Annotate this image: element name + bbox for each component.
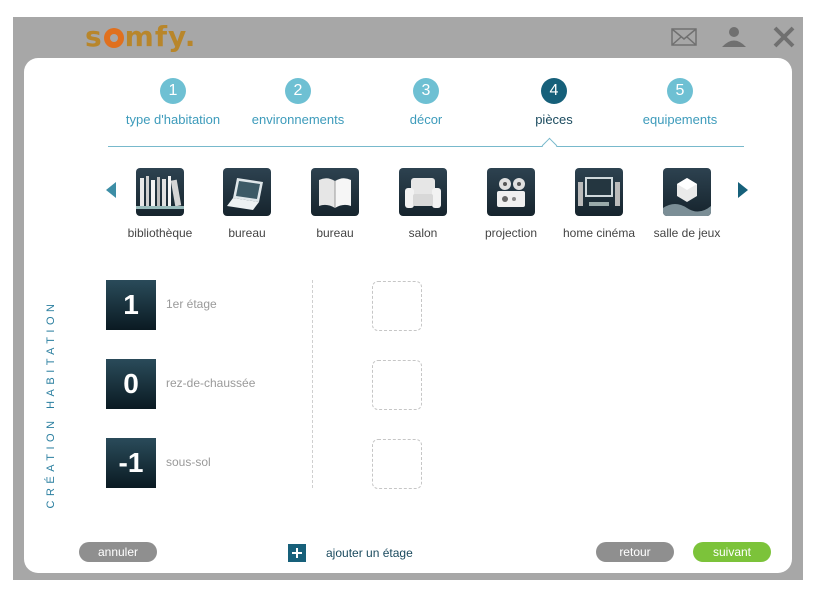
room-item-bureau-laptop[interactable]: bureau xyxy=(202,168,292,240)
room-item-salle-de-jeux[interactable]: salle de jeux xyxy=(642,168,732,240)
floor-row-0[interactable]: 0 rez-de-chaussée xyxy=(106,359,316,409)
back-button[interactable]: retour xyxy=(596,542,674,562)
floor-row-minus-1[interactable]: -1 sous-sol xyxy=(106,438,316,488)
room-label: bureau xyxy=(316,226,354,240)
floor-row-1[interactable]: 1 1er étage xyxy=(106,280,316,330)
step-label: pièces xyxy=(535,112,573,127)
steps-divider xyxy=(108,146,744,147)
step-label: type d'habitation xyxy=(125,112,221,127)
room-item-bureau-book[interactable]: bureau xyxy=(290,168,380,240)
floor-number-badge: 0 xyxy=(106,359,156,409)
room-label: salon xyxy=(408,226,438,240)
step-number: 5 xyxy=(667,78,693,104)
room-label: home cinéma xyxy=(562,226,636,240)
step-label: environnements xyxy=(251,112,345,127)
projector-icon xyxy=(487,168,535,216)
step-type-habitation[interactable]: 1 type d'habitation xyxy=(108,78,238,127)
step-pieces[interactable]: 4 pièces xyxy=(489,78,619,127)
room-item-salon[interactable]: salon xyxy=(378,168,468,240)
top-icons xyxy=(670,26,798,48)
room-label: projection xyxy=(484,226,538,240)
floor-label: rez-de-chaussée xyxy=(166,376,256,390)
floor-number-badge: 1 xyxy=(106,280,156,330)
vertical-title-text: CRÉATION HABITATION xyxy=(45,299,57,509)
next-button[interactable]: suivant xyxy=(693,542,771,562)
room-carousel: bibliothèque bureau bureau salon project… xyxy=(102,168,752,248)
add-floor-button[interactable]: ajouter un étage xyxy=(288,543,413,563)
room-item-bibliotheque[interactable]: bibliothèque xyxy=(115,168,205,240)
plus-icon[interactable] xyxy=(288,544,306,562)
room-label: bibliothèque xyxy=(127,226,193,240)
laptop-icon xyxy=(223,168,271,216)
user-icon[interactable] xyxy=(720,26,748,48)
game-icon xyxy=(663,168,711,216)
cancel-button[interactable]: annuler xyxy=(79,542,157,562)
add-floor-label[interactable]: ajouter un étage xyxy=(326,546,413,560)
room-label: bureau xyxy=(228,226,266,240)
bookshelf-icon xyxy=(136,168,184,216)
armchair-icon xyxy=(399,168,447,216)
book-icon xyxy=(311,168,359,216)
room-item-home-cinema[interactable]: home cinéma xyxy=(554,168,644,240)
step-decor[interactable]: 3 décor xyxy=(361,78,491,127)
step-number: 3 xyxy=(413,78,439,104)
vertical-section-title: CRÉATION HABITATION xyxy=(41,263,61,553)
carousel-right-arrow-icon[interactable] xyxy=(738,182,748,198)
step-environnements[interactable]: 2 environnements xyxy=(233,78,363,127)
step-equipements[interactable]: 5 equipements xyxy=(615,78,745,127)
floors-divider xyxy=(312,280,313,488)
room-drop-slot-floor-minus-1[interactable] xyxy=(372,439,422,489)
room-item-projection[interactable]: projection xyxy=(466,168,556,240)
room-label: salle de jeux xyxy=(653,226,721,240)
step-number: 2 xyxy=(285,78,311,104)
step-number: 4 xyxy=(541,78,567,104)
somfy-logo: s mfy. xyxy=(85,20,196,53)
floor-number-badge: -1 xyxy=(106,438,156,488)
close-icon[interactable] xyxy=(770,26,798,48)
step-number: 1 xyxy=(160,78,186,104)
step-label: décor xyxy=(409,112,443,127)
logo-o-icon xyxy=(103,28,124,48)
room-drop-slot-floor-1[interactable] xyxy=(372,281,422,331)
wizard-steps: 1 type d'habitation 2 environnements 3 d… xyxy=(112,78,748,148)
mail-icon[interactable] xyxy=(670,26,698,48)
wizard-panel: 1 type d'habitation 2 environnements 3 d… xyxy=(24,58,792,573)
floor-label: 1er étage xyxy=(166,297,217,311)
tv-icon xyxy=(575,168,623,216)
step-label: equipements xyxy=(642,112,718,127)
logo-text-end: mfy. xyxy=(124,20,197,53)
floor-label: sous-sol xyxy=(166,455,211,469)
room-drop-slot-floor-0[interactable] xyxy=(372,360,422,410)
logo-text-start: s xyxy=(85,20,103,53)
